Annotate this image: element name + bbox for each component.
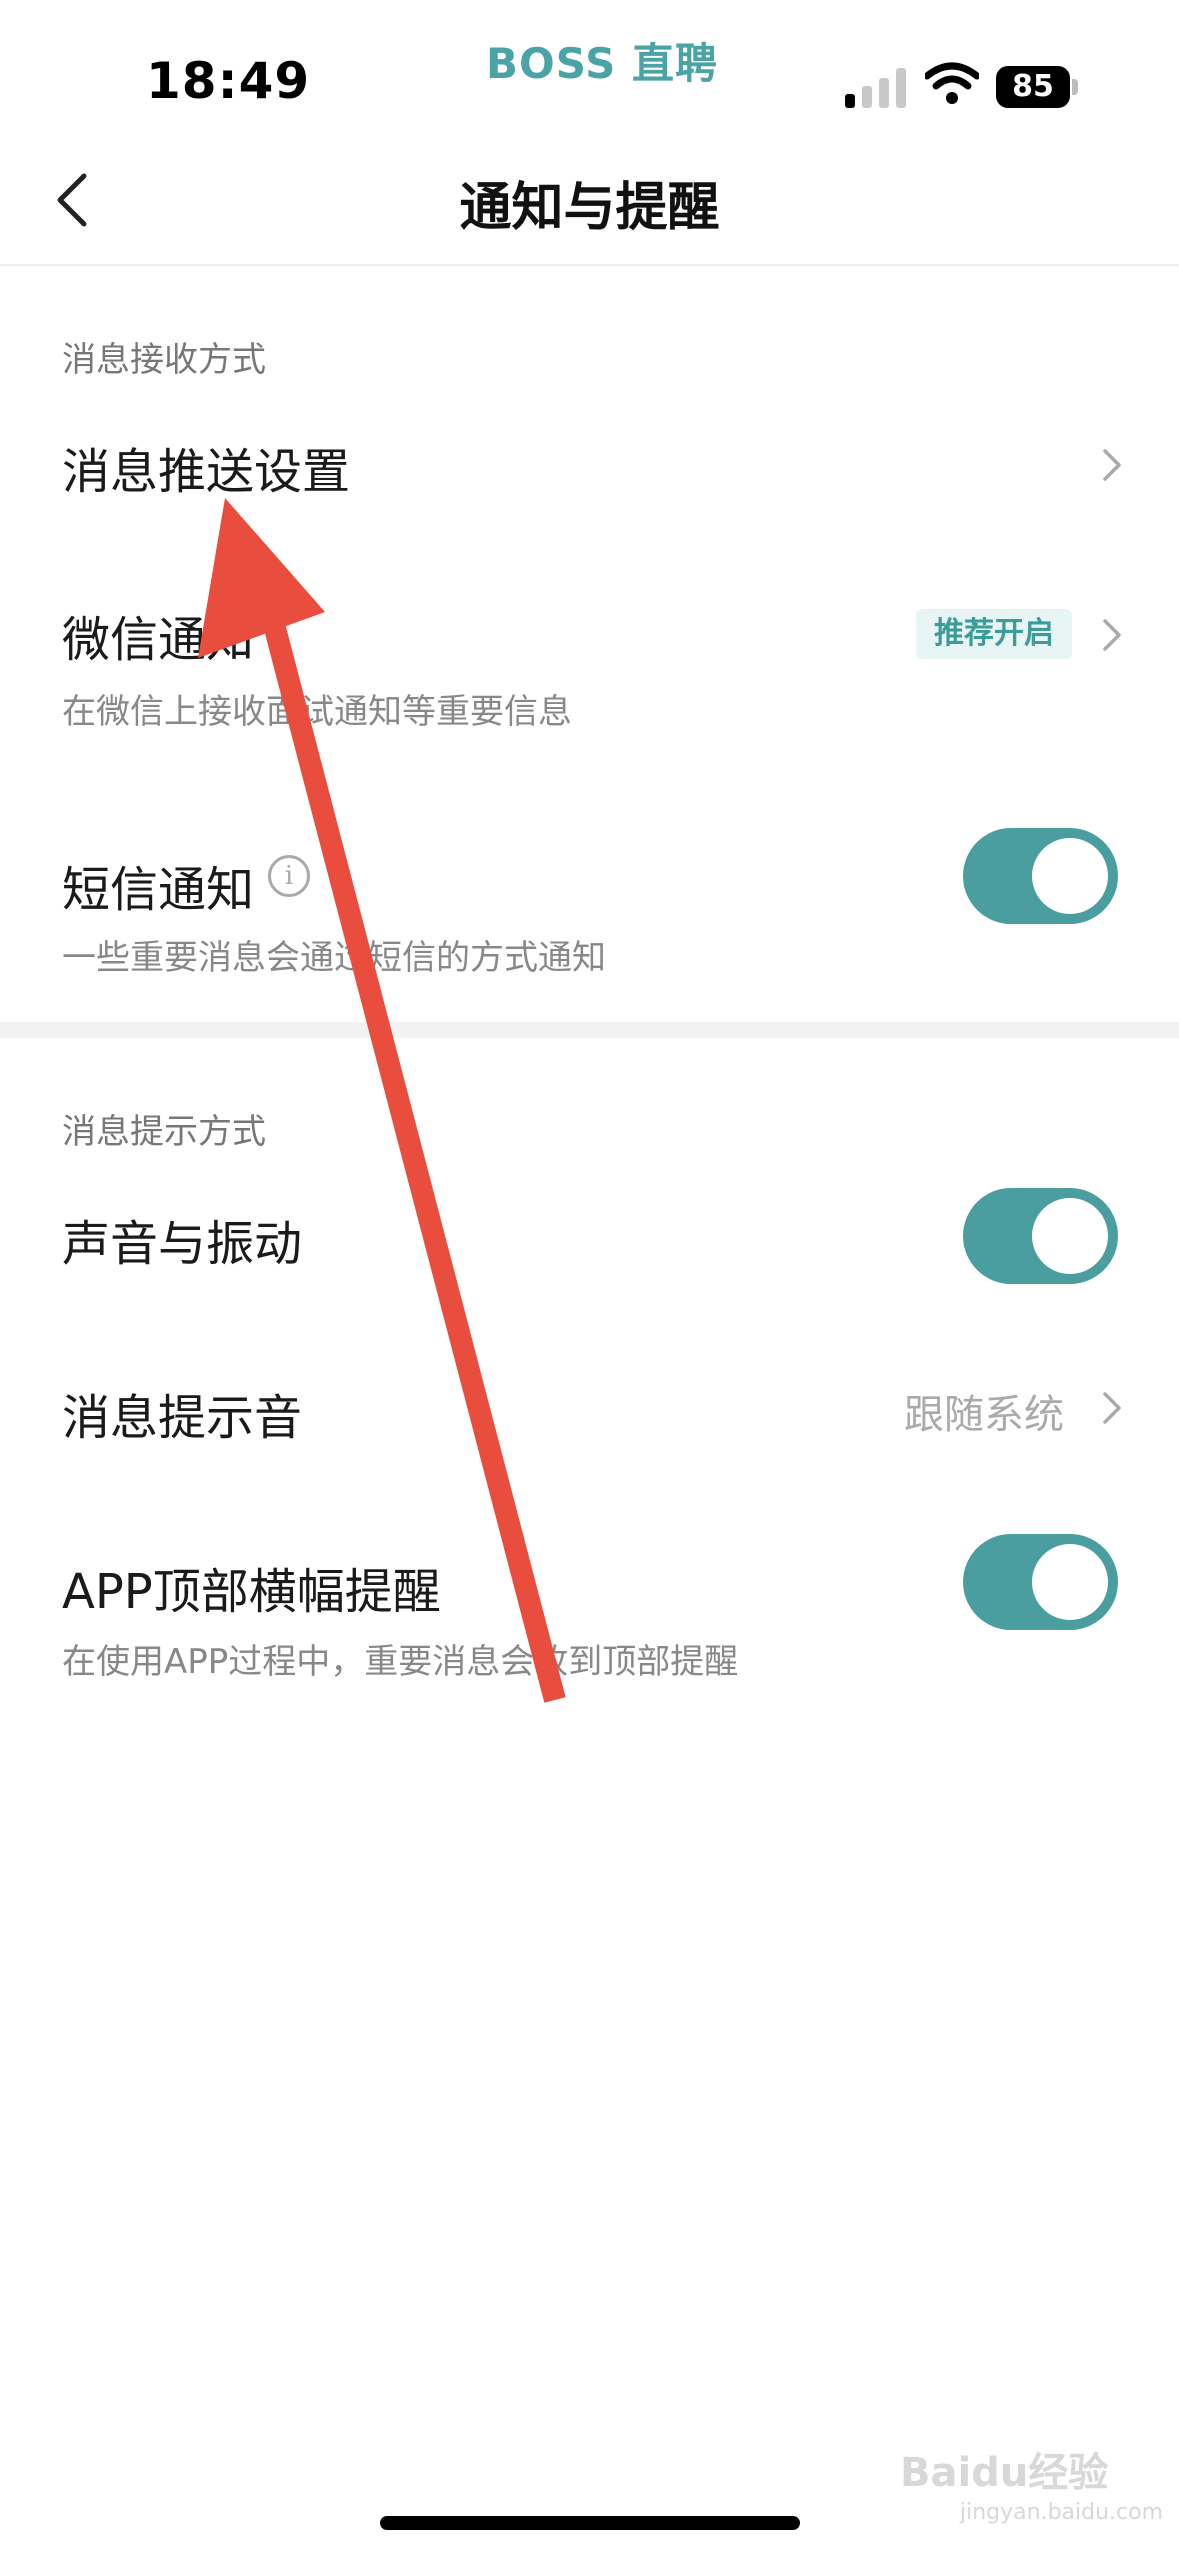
section-label-receive: 消息接收方式 — [62, 340, 266, 380]
baidu-watermark-url: jingyan.baidu.com — [960, 2500, 1164, 2525]
top-banner-title: APP顶部横幅提醒 — [62, 1564, 441, 1620]
wechat-notify-subtitle: 在微信上接收面试通知等重要信息 — [62, 692, 572, 732]
wifi-icon — [925, 62, 979, 104]
sound-vibration-row: 声音与振动 — [0, 1180, 1179, 1300]
nav-divider — [0, 264, 1179, 266]
top-banner-toggle[interactable] — [963, 1534, 1118, 1630]
cellular-signal-icon — [845, 66, 907, 108]
home-indicator[interactable] — [380, 2516, 800, 2530]
info-icon[interactable]: i — [268, 855, 310, 897]
status-brand-label: BOSS 直聘 — [486, 39, 718, 88]
section-divider — [0, 1022, 1179, 1038]
push-settings-row[interactable]: 消息推送设置 — [0, 400, 1179, 530]
alert-tone-value: 跟随系统 — [904, 1392, 1064, 1438]
section-label-alert: 消息提示方式 — [62, 1112, 266, 1152]
sms-notify-toggle[interactable] — [963, 828, 1118, 924]
top-banner-subtitle: 在使用APP过程中，重要消息会收到顶部提醒 — [62, 1642, 739, 1682]
page-title: 通知与提醒 — [459, 178, 720, 238]
battery-icon: 85 — [996, 66, 1080, 108]
baidu-watermark-logo: Baidu经验 — [900, 2450, 1109, 2496]
chevron-right-icon — [1103, 1392, 1121, 1424]
chevron-right-icon — [1103, 449, 1121, 481]
sound-vibration-toggle[interactable] — [963, 1188, 1118, 1284]
sound-vibration-title: 声音与振动 — [62, 1216, 303, 1272]
top-banner-row: APP顶部横幅提醒 在使用APP过程中，重要消息会收到顶部提醒 — [0, 1530, 1179, 1700]
battery-level: 85 — [996, 66, 1070, 108]
sms-notify-row: 短信通知 一些重要消息会通过短信的方式通知 — [0, 820, 1179, 990]
alert-tone-row[interactable]: 消息提示音 跟随系统 — [0, 1360, 1179, 1460]
wechat-notify-title: 微信通知 — [62, 612, 255, 668]
sms-notify-subtitle: 一些重要消息会通过短信的方式通知 — [62, 938, 606, 978]
push-settings-title: 消息推送设置 — [62, 444, 351, 500]
recommend-badge: 推荐开启 — [916, 609, 1072, 659]
sms-notify-title: 短信通知 — [62, 862, 255, 918]
alert-tone-title: 消息提示音 — [62, 1390, 303, 1446]
status-time: 18:49 — [146, 52, 311, 110]
chevron-right-icon — [1103, 619, 1121, 651]
